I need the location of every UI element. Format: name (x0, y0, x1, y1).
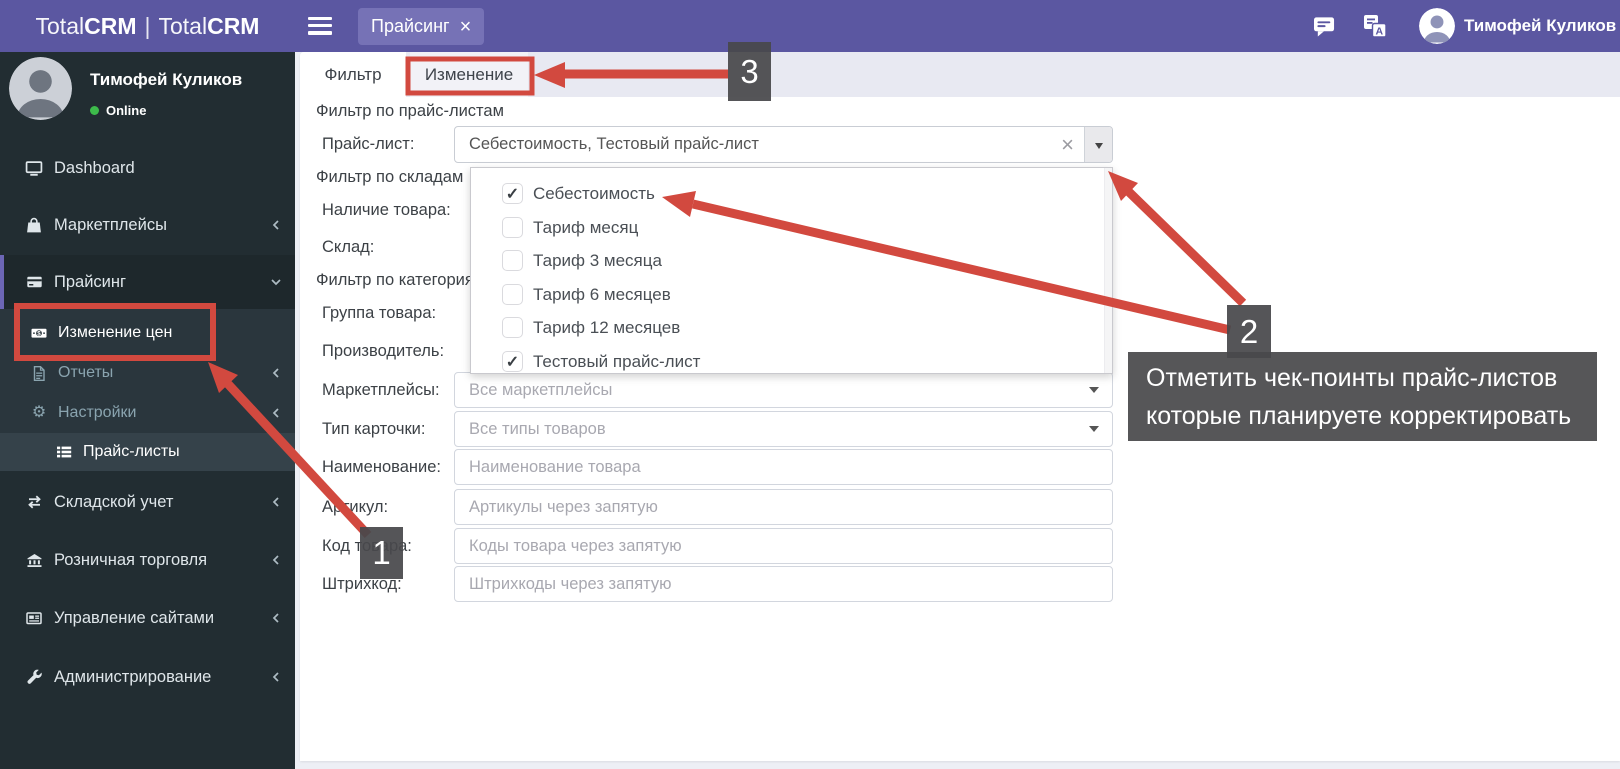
sku-input[interactable] (454, 489, 1113, 525)
sidebar-username: Тимофей Куликов (90, 70, 243, 89)
step-badge-1: 1 (360, 527, 403, 579)
sidebar-item-site-management[interactable]: Управление сайтами (0, 596, 295, 640)
sku-label: Артикул: (322, 498, 389, 516)
svg-text:$: $ (37, 330, 41, 337)
tooltip-line-1: Отметить чек-поинты прайс-листов (1146, 364, 1558, 392)
monitor-icon (22, 160, 46, 177)
bank-icon (22, 552, 46, 568)
section-categories-header: Фильтр по категориям (316, 271, 486, 289)
chevron-left-icon (269, 405, 283, 421)
checkbox-unchecked-icon[interactable] (502, 217, 523, 238)
list-icon (53, 444, 75, 460)
sidebar-item-settings[interactable]: ⚙ Настройки (0, 394, 295, 432)
tab-strip: Фильтр Изменение (300, 52, 1620, 97)
dropdown-toggle-button[interactable] (1084, 127, 1112, 162)
manufacturer-label: Производитель: (322, 342, 445, 360)
annotation-tooltip: Отметить чек-поинты прайс-листов которые… (1128, 352, 1597, 441)
sidebar-item-dashboard[interactable]: Dashboard (0, 146, 295, 190)
product-code-input[interactable] (454, 528, 1113, 564)
newspaper-icon (22, 610, 46, 626)
step-badge-2: 2 (1227, 305, 1271, 358)
translate-icon[interactable]: A (1362, 13, 1388, 44)
barcode-input[interactable] (454, 566, 1113, 602)
chevron-left-icon (269, 610, 283, 626)
gears-icon: ⚙ (31, 404, 47, 421)
sidebar-item-administration[interactable]: Администрирование (0, 655, 295, 699)
online-dot-icon (90, 106, 99, 115)
pricelist-label: Прайс-лист: (322, 135, 415, 153)
chevron-left-icon (269, 217, 283, 233)
tooltip-line-2: которые планируете корректировать (1146, 402, 1572, 430)
wrench-icon (22, 669, 46, 685)
marketplaces-label: Маркетплейсы: (322, 381, 440, 399)
product-group-label: Группа товара: (322, 304, 437, 322)
close-tab-icon[interactable]: × (460, 17, 472, 37)
option-sebestoimost[interactable]: ✓ Себестоимость (471, 177, 1112, 210)
checkbox-checked-icon[interactable]: ✓ (502, 351, 523, 372)
sidebar-item-warehouse[interactable]: Складской учет (0, 480, 295, 524)
sidebar: Тимофей Куликов Online Dashboard Маркетп… (0, 52, 295, 769)
card-type-select[interactable] (454, 411, 1113, 447)
sidebar-item-retail[interactable]: Розничная торговля (0, 538, 295, 582)
option-tarif-3-months[interactable]: Тариф 3 месяца (471, 244, 1112, 277)
open-tab-label: Прайсинг (371, 16, 450, 36)
user-status[interactable]: Online (90, 103, 146, 118)
messages-icon[interactable] (1313, 16, 1336, 42)
exchange-arrows-icon (22, 494, 46, 510)
chevron-left-icon (269, 494, 283, 510)
sidebar-item-marketplaces[interactable]: Маркетплейсы (0, 203, 295, 247)
topbar: Total CRM | Total CRM Прайсинг × A Тимофей К… (0, 0, 1620, 52)
sidebar-item-pricing[interactable]: Прайсинг (0, 255, 295, 309)
section-pricelists-header: Фильтр по прайс-листам (316, 102, 504, 120)
card-type-label: Тип карточки: (322, 420, 426, 438)
topbar-username[interactable]: Тимофей Куликов (1464, 0, 1616, 52)
money-bill-icon: $ (28, 325, 50, 341)
checkbox-unchecked-icon[interactable] (502, 284, 523, 305)
app-window: Total CRM | Total CRM Прайсинг × A Тимофей К… (0, 0, 1620, 769)
sidebar-item-reports[interactable]: Отчеты (0, 354, 295, 392)
pricelist-dropdown-panel: ✓ Себестоимость Тариф месяц Тариф 3 меся… (470, 167, 1113, 374)
app-logo[interactable]: Total CRM | Total CRM (0, 0, 295, 52)
chevron-down-icon (269, 274, 283, 290)
sidebar-item-price-change[interactable]: $ Изменение цен (0, 314, 295, 352)
tab-change[interactable]: Изменение (410, 52, 528, 97)
pricelist-input[interactable] (455, 135, 1052, 154)
option-tarif-month[interactable]: Тариф месяц (471, 211, 1112, 244)
section-warehouses-header: Фильтр по складам (316, 168, 464, 186)
document-icon (28, 365, 50, 382)
checkbox-unchecked-icon[interactable] (502, 250, 523, 271)
name-input[interactable] (454, 449, 1113, 485)
name-label: Наименование: (322, 458, 441, 476)
shopping-bag-icon (22, 217, 46, 234)
option-tarif-12-months[interactable]: Тариф 12 месяцев (471, 311, 1112, 344)
sidebar-toggle-button[interactable] (308, 17, 332, 39)
chevron-left-icon (269, 552, 283, 568)
clear-selection-icon[interactable]: × (1061, 133, 1074, 156)
step-badge-3: 3 (728, 42, 771, 101)
caret-down-icon (1094, 142, 1103, 153)
chevron-left-icon (269, 365, 283, 381)
checkbox-checked-icon[interactable]: ✓ (502, 183, 523, 204)
checkbox-unchecked-icon[interactable] (502, 317, 523, 338)
warehouse-label: Склад: (322, 238, 375, 256)
svg-text:A: A (1376, 25, 1384, 37)
open-tab-pricing[interactable]: Прайсинг × (358, 8, 485, 45)
sidebar-avatar (9, 57, 72, 120)
option-tarif-6-months[interactable]: Тариф 6 месяцев (471, 278, 1112, 311)
chevron-left-icon (269, 669, 283, 685)
availability-label: Наличие товара: (322, 201, 451, 219)
credit-card-icon (22, 274, 46, 290)
option-test-pricelist[interactable]: ✓ Тестовый прайс-лист (471, 345, 1112, 378)
tab-filter[interactable]: Фильтр (300, 52, 406, 97)
caret-down-icon (1089, 426, 1099, 437)
sidebar-item-price-lists[interactable]: Прайс-листы (0, 433, 295, 471)
topbar-avatar[interactable] (1419, 8, 1455, 44)
pricelist-combobox[interactable]: × (454, 126, 1113, 163)
caret-down-icon (1089, 387, 1099, 398)
